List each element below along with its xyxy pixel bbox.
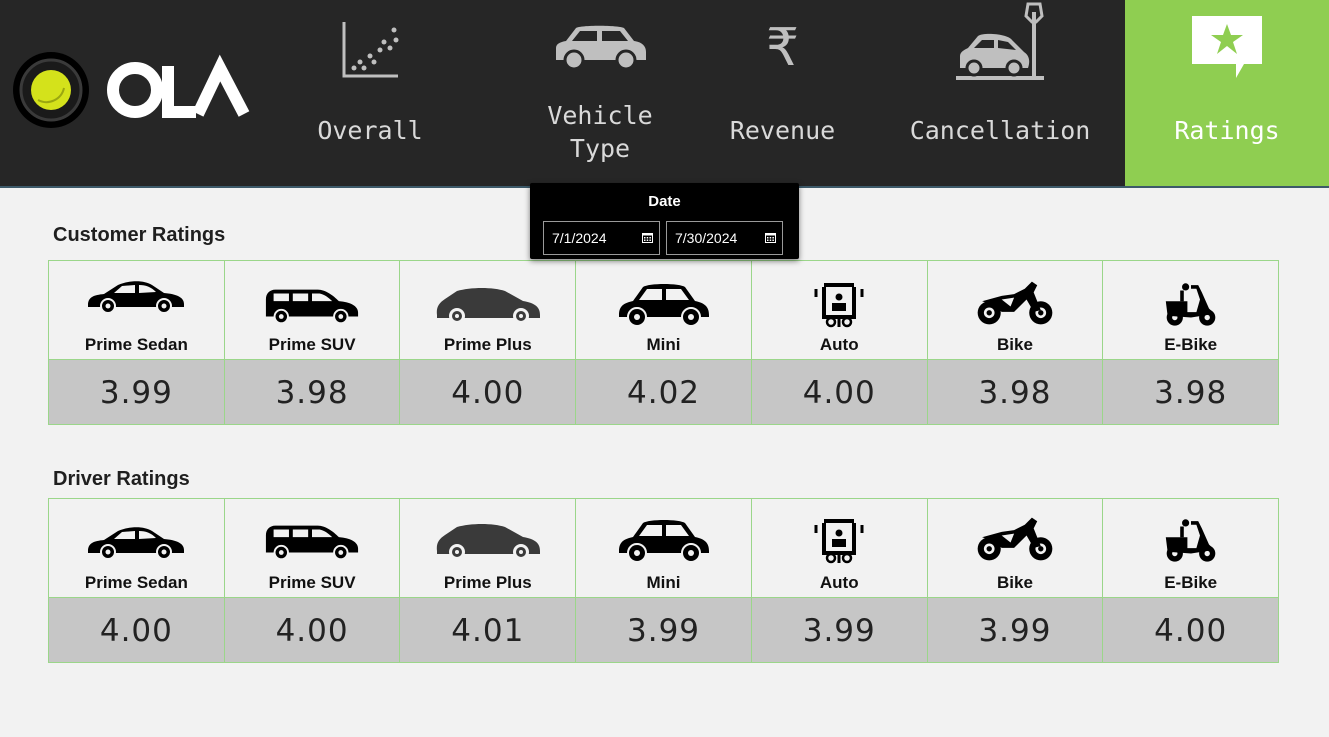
customer-rating-card[interactable]: E-Bike 3.98 <box>1102 261 1279 424</box>
rating-value: 4.01 <box>400 598 576 662</box>
car-crash-icon <box>956 2 1044 80</box>
suv-icon <box>264 285 360 325</box>
rating-value: 3.98 <box>927 360 1103 424</box>
rating-value: 4.00 <box>1103 598 1279 662</box>
vehicle-label: Prime Plus <box>443 573 532 592</box>
driver-rating-card[interactable]: Prime Sedan 4.00 <box>49 499 224 662</box>
rating-value: 4.00 <box>751 360 927 424</box>
rating-value: 4.02 <box>576 360 751 424</box>
tab-cancellation[interactable]: Cancellation <box>890 0 1110 186</box>
driver-rating-card[interactable]: Prime SUV 4.00 <box>223 499 400 662</box>
vehicle-label: Prime Sedan <box>84 335 188 354</box>
vehicle-label: Mini <box>646 573 681 592</box>
driver-rating-card[interactable]: Mini 3.99 <box>575 499 751 662</box>
customer-rating-card[interactable]: Mini 4.02 <box>575 261 751 424</box>
auto-rickshaw-icon <box>814 515 864 565</box>
driver-ratings-title: Driver Ratings <box>53 468 190 490</box>
driver-rating-card[interactable]: Prime Plus 4.01 <box>399 499 576 662</box>
suv-icon <box>264 521 360 561</box>
date-filter: Date 7/1/2024 7/30/2024 <box>530 183 799 259</box>
rating-value: 3.98 <box>1103 360 1279 424</box>
auto-rickshaw-icon <box>814 279 864 329</box>
vehicle-label: Auto <box>819 335 859 354</box>
mini-car-icon <box>617 517 711 563</box>
car-icon <box>556 25 646 71</box>
ola-logo <box>10 48 250 132</box>
vehicle-label: Bike <box>996 573 1033 592</box>
start-date-value: 7/1/2024 <box>552 230 607 246</box>
customer-rating-card[interactable]: Prime Plus 4.00 <box>399 261 576 424</box>
rating-value: 3.99 <box>576 598 751 662</box>
tab-overall[interactable]: Overall <box>300 0 440 186</box>
sedan-icon <box>86 523 186 559</box>
mini-car-icon <box>617 281 711 327</box>
driver-ratings-grid: Prime Sedan 4.00 Prime SUV 4.00 Prime Pl… <box>48 498 1279 663</box>
tab-vehicle-type-label-2: Type <box>569 134 631 163</box>
rating-value: 3.99 <box>927 598 1103 662</box>
motorbike-icon <box>975 279 1055 327</box>
tab-vehicle-type[interactable]: Vehicle Type <box>525 0 675 186</box>
vehicle-label: Auto <box>819 573 859 592</box>
scooter-icon <box>1164 517 1218 563</box>
vehicle-label: Prime SUV <box>268 573 356 592</box>
rating-value: 4.00 <box>224 598 400 662</box>
scatter-plot-icon <box>342 22 399 78</box>
vehicle-label: Mini <box>646 335 681 354</box>
rating-value: 4.00 <box>400 360 576 424</box>
rating-value: 3.99 <box>49 360 224 424</box>
star-review-icon <box>1192 16 1262 78</box>
tab-ratings-label: Ratings <box>1174 116 1280 145</box>
rating-value: 4.00 <box>49 598 224 662</box>
prime-plus-car-icon <box>435 285 541 325</box>
vehicle-label: Prime SUV <box>268 335 356 354</box>
tab-cancellation-label: Cancellation <box>909 116 1091 145</box>
date-filter-title: Date <box>648 193 681 210</box>
calendar-icon[interactable] <box>642 233 653 243</box>
start-date-input[interactable]: 7/1/2024 <box>543 221 660 255</box>
end-date-input[interactable]: 7/30/2024 <box>666 221 783 255</box>
vehicle-label: E-Bike <box>1164 573 1218 592</box>
vehicle-label: Prime Sedan <box>84 573 188 592</box>
sedan-icon <box>86 277 186 313</box>
driver-rating-card[interactable]: Bike 3.99 <box>926 499 1103 662</box>
motorbike-icon <box>975 515 1055 563</box>
tab-revenue[interactable]: ₹ Revenue <box>715 0 850 186</box>
prime-plus-car-icon <box>435 521 541 561</box>
customer-rating-card[interactable]: Bike 3.98 <box>926 261 1103 424</box>
vehicle-label: E-Bike <box>1164 335 1218 354</box>
tab-overall-label: Overall <box>317 116 423 145</box>
customer-rating-card[interactable]: Prime SUV 3.98 <box>223 261 400 424</box>
vehicle-label: Prime Plus <box>443 335 532 354</box>
tab-ratings[interactable]: Ratings <box>1125 0 1329 186</box>
rating-value: 3.99 <box>751 598 927 662</box>
customer-ratings-title: Customer Ratings <box>53 224 226 246</box>
header-bar: Overall Vehicle Type ₹ Revenue Cancellat… <box>0 0 1329 188</box>
customer-ratings-grid: Prime Sedan 3.99 Prime SUV 3.98 Prime Pl… <box>48 260 1279 425</box>
tab-revenue-label: Revenue <box>729 116 836 145</box>
calendar-icon[interactable] <box>765 233 776 243</box>
vehicle-label: Bike <box>996 335 1033 354</box>
rupee-icon: ₹ <box>765 18 800 78</box>
ola-ratings-dashboard: Overall Vehicle Type ₹ Revenue Cancellat… <box>0 0 1329 737</box>
tab-vehicle-type-label-1: Vehicle <box>547 101 653 130</box>
customer-rating-card[interactable]: Prime Sedan 3.99 <box>49 261 224 424</box>
driver-rating-card[interactable]: E-Bike 4.00 <box>1102 499 1279 662</box>
customer-rating-card[interactable]: Auto 4.00 <box>750 261 927 424</box>
scooter-icon <box>1164 281 1218 327</box>
rating-value: 3.98 <box>224 360 400 424</box>
driver-rating-card[interactable]: Auto 3.99 <box>750 499 927 662</box>
end-date-value: 7/30/2024 <box>675 230 738 246</box>
